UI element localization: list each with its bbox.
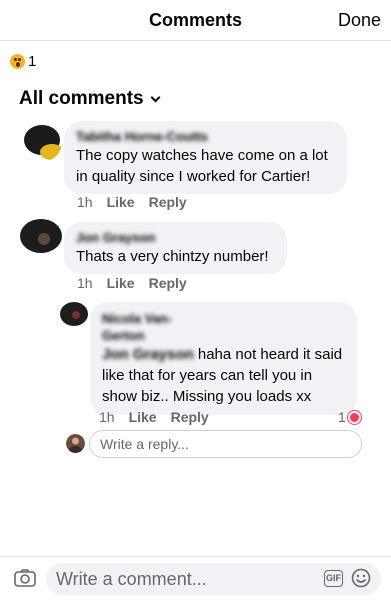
comment-filter-dropdown[interactable]: All comments [19, 88, 161, 110]
reply-actions: 1h Like Reply [99, 409, 209, 425]
comment-bubble: Tabitha Horne-Coutts The copy watches ha… [64, 121, 347, 194]
reply-bubble: Nicola Van-Gerton Jon Grayson haha not h… [90, 302, 357, 415]
comment-text: The copy watches have come on a lot in q… [76, 147, 328, 185]
reply-reaction-count[interactable]: 1 [338, 409, 361, 425]
reply-author[interactable]: Nicola Van-Gerton [102, 310, 202, 344]
wow-emoji-icon [10, 53, 25, 69]
reaction-count: 1 [338, 409, 346, 425]
reply-time: 1h [99, 409, 115, 425]
reaction-summary[interactable]: 1 [10, 52, 36, 70]
like-button[interactable]: Like [107, 275, 135, 291]
camera-icon[interactable] [14, 569, 36, 587]
reaction-count: 1 [28, 52, 37, 70]
done-button[interactable]: Done [338, 10, 381, 31]
like-button[interactable]: Like [129, 409, 157, 425]
comment-time: 1h [77, 275, 93, 291]
comment-bubble: Jon Grayson Thats a very chintzy number! [64, 222, 287, 274]
comment-text: Thats a very chintzy number! [76, 248, 269, 265]
comment-filter-label: All comments [19, 88, 144, 109]
comment-actions: 1h Like Reply [77, 275, 187, 291]
avatar[interactable] [17, 213, 63, 259]
chevron-down-icon [150, 92, 161, 102]
love-heart-icon [347, 410, 361, 424]
reply-mention[interactable]: Jon Grayson [102, 346, 194, 363]
comment-time: 1h [77, 194, 93, 210]
comment-composer: GIF [0, 556, 391, 600]
avatar [66, 434, 85, 453]
reply-text: Jon Grayson haha not heard it said like … [102, 344, 345, 407]
avatar[interactable] [22, 122, 62, 162]
comment-actions: 1h Like Reply [77, 194, 187, 210]
avatar[interactable] [58, 298, 90, 330]
like-button[interactable]: Like [107, 194, 135, 210]
reply-button[interactable]: Reply [149, 275, 187, 291]
gif-button[interactable]: GIF [324, 570, 343, 587]
comment-author[interactable]: Tabitha Horne-Coutts [76, 128, 335, 145]
reply-button[interactable]: Reply [171, 409, 209, 425]
reply-button[interactable]: Reply [149, 194, 187, 210]
reply-input[interactable] [89, 430, 362, 458]
comment-author[interactable]: Jon Grayson [76, 229, 275, 246]
emoji-icon[interactable] [351, 568, 371, 588]
header-bar: Comments Done [0, 0, 391, 41]
page-title: Comments [148, 10, 242, 30]
